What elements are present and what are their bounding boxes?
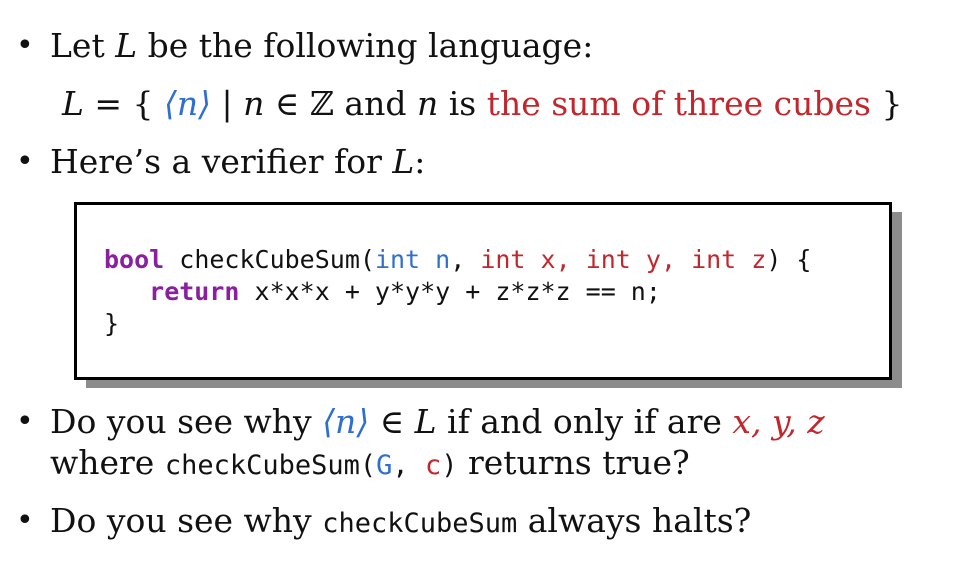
text-run: ∈ ℤ and <box>264 84 417 123</box>
text-run: always halts? <box>517 501 752 540</box>
bullet-4-text: Do you see why checkCubeSum always halts… <box>50 501 751 544</box>
text-run: is <box>438 84 487 123</box>
math-var: L <box>392 142 415 181</box>
inline-code: checkCubeSum( <box>164 450 377 481</box>
code-box: bool checkCubeSum(int n, int x, int y, i… <box>74 202 892 380</box>
bullet-dot: • <box>16 503 34 538</box>
inline-code-arg: G <box>376 450 393 481</box>
code-text: ) { <box>766 245 812 274</box>
text-run: | <box>211 84 244 123</box>
code-text: x*x*x + y*y*y + z*z*z == n; <box>239 277 661 306</box>
text-run: Do you see why <box>50 402 323 441</box>
inline-code: ) <box>441 450 458 481</box>
code-text: , <box>450 245 481 274</box>
code-text: , <box>660 245 692 274</box>
keyword: bool <box>104 245 165 274</box>
math-var: n <box>243 84 265 123</box>
text-run: ∈ <box>369 402 415 441</box>
bullet-dot: • <box>16 404 34 439</box>
inline-code-arg: c <box>424 450 442 481</box>
text-run: Let <box>50 26 116 65</box>
language-definition: L = { ⟨n⟩ | n ∈ ℤ and n is the sum of th… <box>62 84 902 124</box>
text-run: returns true? <box>457 443 690 482</box>
highlight-vars: x, y, z <box>732 402 825 441</box>
bullet-dot: • <box>16 144 34 179</box>
code-line-2: return x*x*x + y*y*y + z*z*z == n; <box>104 277 661 307</box>
keyword: return <box>149 277 240 306</box>
text-run: } <box>870 84 903 123</box>
bullet-2-text: Here’s a verifier for L: <box>50 142 425 182</box>
text-run: be the following language: <box>137 26 594 65</box>
text-run: where <box>50 443 165 482</box>
math-var: L <box>115 26 138 65</box>
inline-code: checkCubeSum <box>322 508 518 539</box>
encoding: ⟨n⟩ <box>322 402 370 441</box>
code-text: checkCubeSum( <box>164 245 375 274</box>
math-var: L <box>414 402 437 441</box>
bullet-dot: • <box>16 28 34 63</box>
code-line-3: } <box>104 309 119 339</box>
bullet-3-line-1: Do you see why ⟨n⟩ ∈ L if and only if ar… <box>50 402 825 442</box>
param: int n <box>374 245 451 274</box>
bullet-1-text: Let L be the following language: <box>50 26 593 66</box>
math-var: n <box>416 84 439 123</box>
code-text: } <box>104 309 120 338</box>
math-var: L <box>62 84 84 123</box>
bullet-3-line-2: where checkCubeSum(G, c) returns true? <box>50 443 690 486</box>
text-run: if and only if are <box>436 402 733 441</box>
encoding: ⟨n⟩ <box>164 84 212 123</box>
text-run: : <box>414 142 426 181</box>
code-text: , <box>555 245 586 274</box>
inline-code: , <box>392 450 425 481</box>
text-run: = { <box>83 84 165 123</box>
text-run: Here’s a verifier for <box>50 142 393 181</box>
highlight-text: the sum of three cubes <box>486 84 871 123</box>
text-run: Do you see why <box>50 501 323 540</box>
code-line-1: bool checkCubeSum(int n, int x, int y, i… <box>104 245 811 275</box>
param: int x <box>480 245 556 274</box>
param: int z <box>691 245 767 274</box>
param: int y <box>585 245 661 274</box>
